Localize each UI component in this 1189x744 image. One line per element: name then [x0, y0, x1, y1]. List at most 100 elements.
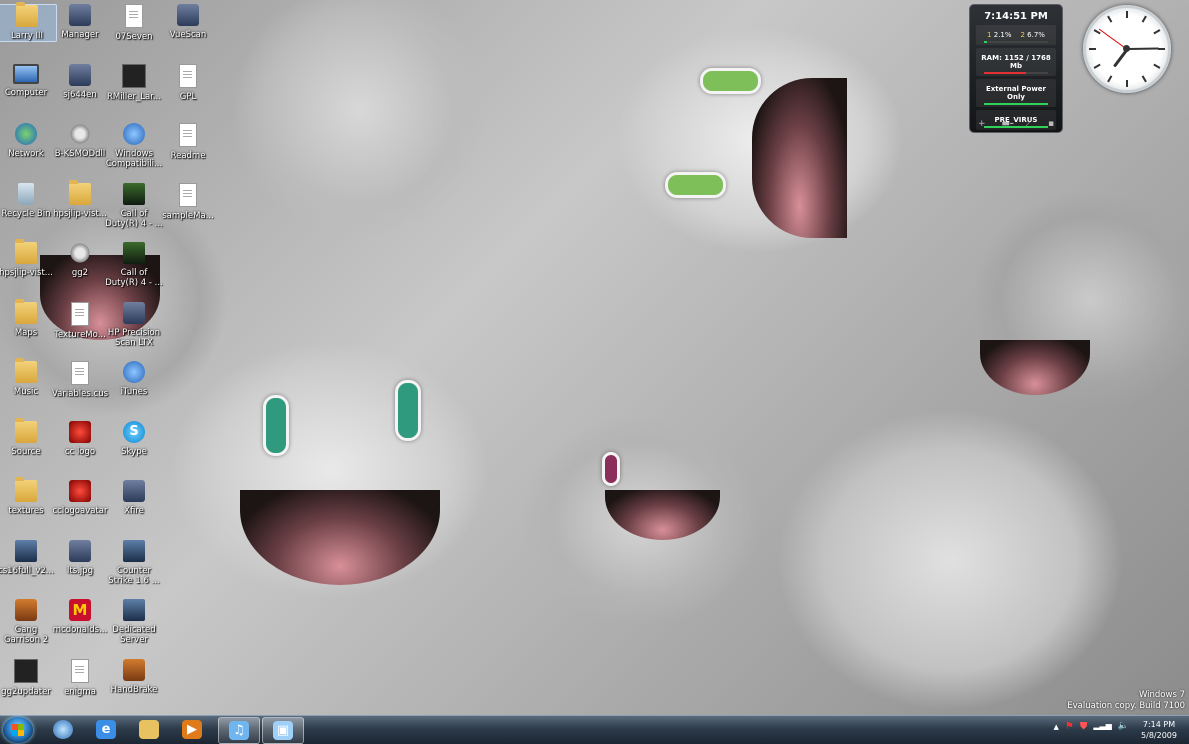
doc-icon	[179, 123, 197, 147]
itunes-icon: ♫	[229, 721, 249, 740]
clock-tick	[1153, 29, 1161, 35]
network-signal-icon[interactable]: ▂▃▅	[1093, 721, 1111, 732]
desktop-icon-maps[interactable]: Maps	[0, 298, 55, 338]
remote-desktop-icon: ▣	[273, 721, 293, 740]
desktop-icon-label: hpsjlip-vist...	[0, 268, 53, 278]
desktop-icon-call-of-duty-r-4[interactable]: Call of Duty(R) 4 - ...	[105, 182, 163, 229]
desktop-icon-computer[interactable]: Computer	[0, 63, 55, 98]
gadget-tool-lock[interactable]: ▪	[1048, 119, 1054, 129]
taskbar-button-remote-desktop[interactable]: ▣	[262, 717, 304, 744]
gear-icon	[69, 242, 91, 264]
doc-icon	[125, 4, 143, 28]
gadget-toolbar: + ▬ ⟋ ▪	[970, 119, 1062, 129]
desktop-icon-manager[interactable]: Manager	[51, 4, 109, 40]
desktop-icon-larry-iii[interactable]: Larry III	[0, 2, 57, 42]
power-box: External Power Only	[976, 79, 1056, 107]
desktop-icon-lts-jpg[interactable]: lts.jpg	[51, 539, 109, 576]
desktop-icon-itunes[interactable]: iTunes	[105, 361, 163, 397]
desktop-icon-label: iTunes	[120, 387, 148, 397]
desktop-icon-recycle-bin[interactable]: Recycle Bin	[0, 182, 55, 219]
folder-icon	[15, 477, 37, 502]
clock-gadget[interactable]	[1083, 5, 1171, 93]
desktop-icon-hpsjlip-vist[interactable]: hpsjlip-vist...	[0, 239, 55, 278]
start-button[interactable]	[3, 717, 33, 743]
desktop-icon-gang-garrison-2[interactable]: Gang Garrison 2	[0, 599, 55, 645]
desktop[interactable]: Larry III Manager 07Seven VueScan Computer sj…	[0, 0, 1189, 715]
desktop-icon-samplema[interactable]: sampleMa...	[159, 182, 217, 221]
taskbar-button-show-desktop[interactable]	[43, 717, 83, 742]
desktop-icon-sj644en[interactable]: sj644en	[51, 63, 109, 100]
taskbar-button-media-player[interactable]: ▶	[172, 717, 212, 742]
desktop-icon-handbrake[interactable]: HandBrake	[105, 658, 163, 695]
desktop-icon-rmiller-lar[interactable]: RMiller_Lar...	[105, 63, 163, 102]
desktop-icon-windows-compatibili[interactable]: Windows Compatibili...	[105, 123, 163, 169]
desktop-icon-variables-cus[interactable]: Variables.cus	[51, 361, 109, 399]
desktop-icon-mcdonalds[interactable]: mcdonalds...	[51, 599, 109, 635]
desktop-icon-gg2updater[interactable]: gg2updater	[0, 658, 55, 697]
desktop-icon-music[interactable]: Music	[0, 358, 55, 397]
app-icon	[177, 4, 199, 26]
cs-icon	[15, 539, 37, 562]
desktop-icon-label: GPL	[179, 91, 197, 102]
clock-tick	[1107, 15, 1113, 23]
cpu-bar	[984, 41, 1048, 43]
dark-icon	[122, 63, 146, 88]
desktop-icon-label: Variables.cus	[51, 389, 109, 399]
desktop-icon-skype[interactable]: Skype	[105, 420, 163, 457]
system-monitor-gadget[interactable]: 7:14:51 PM 1 2.1% 2 6.7% RAM: 1152 / 176…	[969, 4, 1063, 133]
desktop-icon-textures[interactable]: textures	[0, 477, 55, 516]
desktop-icon-hpsjlip-vist[interactable]: hpsjlip-vist...	[51, 179, 109, 219]
desktop-icon-label: Readme	[170, 151, 206, 161]
desktop-icon-readme[interactable]: Readme	[159, 123, 217, 161]
desktop-icon-label: sj644en	[63, 89, 97, 100]
taskbar-button-folder[interactable]	[129, 717, 169, 742]
desktop-icon-label: Manager	[61, 30, 99, 40]
desktop-icon-gg2[interactable]: gg2	[51, 242, 109, 278]
taskbar-button-itunes[interactable]: ♫	[218, 717, 260, 744]
desktop-icon-cs16full-v2[interactable]: cs16full_v2...	[0, 539, 55, 576]
wallpaper-eye	[602, 452, 620, 486]
desktop-icon-cclogoavatar[interactable]: cclogoavatar	[51, 480, 109, 516]
desktop-icon-source[interactable]: Source	[0, 417, 55, 457]
doc-icon	[179, 63, 197, 88]
recycle-icon	[18, 182, 34, 205]
desktop-icon-vuescan[interactable]: VueScan	[159, 4, 217, 40]
desktop-icon-call-of-duty-r-4[interactable]: Call of Duty(R) 4 - ...	[105, 242, 163, 288]
folder-icon	[15, 358, 37, 383]
desktop-icon-cc-logo[interactable]: cc logo	[51, 420, 109, 457]
desktop-icon-label: Call of Duty(R) 4 - ...	[105, 268, 163, 288]
desktop-icon-enigma[interactable]: enigma	[51, 658, 109, 697]
clock-tick	[1126, 80, 1128, 87]
dark-icon	[14, 658, 38, 683]
gadget-tool-view[interactable]: ▬	[1001, 119, 1010, 129]
action-center-flag-icon[interactable]: ⚑	[1065, 721, 1074, 732]
desktop-icon-07seven[interactable]: 07Seven	[105, 4, 163, 42]
gadget-tool-add[interactable]: +	[978, 119, 986, 129]
desktop-icon-label: Counter Strike 1.6 ...	[108, 565, 160, 586]
app-icon	[123, 480, 145, 502]
app-icon	[123, 301, 145, 324]
desktop-icon-xfire[interactable]: Xfire	[105, 480, 163, 516]
desktop-icon-texturemo[interactable]: TextureMo...	[51, 301, 109, 340]
desktop-icon-label: Maps	[14, 327, 38, 338]
show-hidden-icons-icon[interactable]: ▲	[1053, 723, 1058, 732]
desktop-icon-counter-strike-1-6[interactable]: Counter Strike 1.6 ...	[105, 539, 163, 586]
system-time: 7:14 PM	[1142, 720, 1176, 729]
shield-icon[interactable]: ⛊	[1080, 721, 1088, 732]
desktop-icon-dedicated-server[interactable]: Dedicated Server	[105, 599, 163, 645]
desktop-icon-label: Call of Duty(R) 4 - ...	[105, 208, 163, 229]
desktop-icon-b-ksmoddll[interactable]: B-KSMODdll	[51, 123, 109, 159]
taskbar-button-internet-explorer[interactable]: e	[86, 717, 126, 742]
cs-icon	[123, 599, 145, 621]
gadget-tool-graph[interactable]: ⟋	[1026, 119, 1032, 129]
wallpaper-mouth	[752, 78, 847, 238]
ram-usage: RAM: 1152 / 1768 Mb	[981, 54, 1051, 70]
volume-icon[interactable]: 🔈	[1118, 721, 1129, 732]
desktop-icon-hp-precision-scan-ltx[interactable]: HP Precision Scan LTX	[105, 301, 163, 348]
desktop-icon-network[interactable]: Network	[0, 123, 55, 159]
desktop-icon-label: Windows Compatibili...	[105, 149, 163, 169]
wallpaper-eye	[665, 172, 726, 198]
system-clock[interactable]: 7:14 PM 5/8/2009	[1134, 719, 1184, 741]
desktop-icon-gpl[interactable]: GPL	[159, 63, 217, 102]
system-tray: ▲ ⚑ ⛊ ▂▃▅ 🔈	[1053, 721, 1129, 732]
